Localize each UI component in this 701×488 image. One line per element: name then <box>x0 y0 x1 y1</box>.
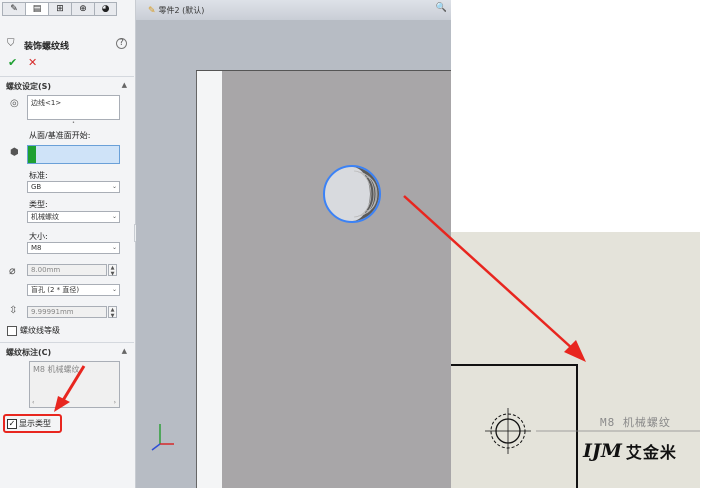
end-condition-select[interactable]: 盲孔 (2 * 直径) ⌄ <box>27 284 120 296</box>
crosshair-icon: ⊕ <box>79 4 87 14</box>
breadcrumb[interactable]: ✎ 零件2 (默认) <box>148 5 204 16</box>
cancel-x-icon[interactable]: ✕ <box>28 56 37 69</box>
thread-callout-header[interactable]: 螺纹标注(C) <box>6 347 51 358</box>
divider <box>0 76 134 77</box>
show-type-checkbox[interactable]: ✓ <box>7 418 17 429</box>
diameter-spinner[interactable]: ▲ ▼ <box>108 264 117 277</box>
edge-selection-box[interactable]: 边线<1> <box>27 95 120 120</box>
size-select[interactable]: M8 ⌄ <box>27 242 120 254</box>
diameter-value: 8.00mm <box>31 266 61 274</box>
dimxpert-tab[interactable]: ⊕ <box>71 2 94 16</box>
end-condition-value: 盲孔 (2 * 直径) <box>31 286 80 294</box>
type-select[interactable]: 机械螺纹 ⌄ <box>27 211 120 223</box>
edge-value: 边线<1> <box>31 99 62 107</box>
chevron-down-icon: ⌄ <box>111 183 117 190</box>
type-label: 类型: <box>29 200 48 209</box>
chevron-down-icon: ⌄ <box>111 244 117 251</box>
feature-tree-icon: ✎ <box>10 4 18 14</box>
collapse-caret-icon[interactable]: ▲ <box>122 347 127 355</box>
logo-text: 艾金米 <box>625 443 677 462</box>
thread-feature-icon: ⛉ <box>7 38 15 49</box>
size-label: 大小: <box>29 232 48 241</box>
type-value: 机械螺纹 <box>31 213 59 221</box>
size-value: M8 <box>31 244 42 252</box>
depth-icon: ⇳ <box>9 305 18 316</box>
coordinate-triad <box>151 424 174 451</box>
standard-select[interactable]: GB ⌄ <box>27 181 120 193</box>
edge-select-icon: ◎ <box>10 98 19 109</box>
face-select-icon: ⬢ <box>10 147 19 158</box>
resize-handle[interactable]: • <box>72 120 75 126</box>
zoom-icon[interactable]: 🔍 <box>436 3 447 13</box>
collapse-caret-icon[interactable]: ▲ <box>122 81 127 89</box>
configuration-manager-tab[interactable]: ⊞ <box>48 2 71 16</box>
chevron-down-icon: ⌄ <box>111 286 117 293</box>
part-side-face <box>196 70 224 488</box>
depth-spinner[interactable]: ▲ ▼ <box>108 306 117 319</box>
breadcrumb-label: 零件2 (默认) <box>158 6 205 15</box>
thread-class-option[interactable]: 螺纹线等级 <box>7 325 60 336</box>
depth-field[interactable]: 9.99991mm <box>27 306 107 318</box>
feature-manager-tab[interactable]: ✎ <box>2 2 25 16</box>
show-type-option[interactable]: ✓ 显示类型 <box>7 418 51 429</box>
standard-value: GB <box>31 183 42 191</box>
logo-mark: IJM <box>583 440 622 462</box>
from-face-label: 从面/基准面开始: <box>29 131 91 140</box>
chevron-down-icon: ⌄ <box>111 213 117 220</box>
ok-check-icon[interactable]: ✔ <box>8 56 17 69</box>
part-edge <box>196 70 451 71</box>
configuration-icon: ⊞ <box>56 4 64 14</box>
thread-class-label: 螺纹线等级 <box>20 326 60 335</box>
scroll-left-icon[interactable]: ‹ <box>32 399 34 406</box>
selection-indicator <box>28 146 36 163</box>
display-manager-tab[interactable]: ◕ <box>94 2 117 16</box>
part-icon: ✎ <box>148 5 156 16</box>
property-manager-tab[interactable]: ▤ <box>25 2 48 16</box>
thread-settings-header[interactable]: 螺纹设定(S) <box>6 81 51 92</box>
page-title: 装饰螺纹线 <box>24 42 70 52</box>
property-manager-panel: ✎ ▤ ⊞ ⊕ ◕ ⛉ 装饰螺纹线 ? ✔ ✕ 螺纹设定(S) ▲ ◎ 边线<1… <box>0 0 136 488</box>
depth-value: 9.99991mm <box>31 308 74 316</box>
brand-logo: IJM 艾金米 <box>583 439 677 463</box>
diameter-icon: ⌀ <box>9 264 16 277</box>
property-list-icon: ▤ <box>32 4 42 14</box>
callout-label: M8 机械螺纹 <box>600 416 671 429</box>
thread-class-checkbox[interactable] <box>7 325 17 336</box>
scroll-right-icon[interactable]: › <box>114 399 116 406</box>
threaded-hole[interactable] <box>321 163 383 225</box>
annotation-arrow <box>54 365 86 412</box>
manager-tabs: ✎ ▤ ⊞ ⊕ ◕ <box>2 2 128 16</box>
start-face-field[interactable] <box>27 145 120 164</box>
color-wheel-icon: ◕ <box>101 4 110 14</box>
show-type-label: 显示类型 <box>19 419 51 428</box>
diameter-field[interactable]: 8.00mm <box>27 264 107 276</box>
callout-arrow <box>403 195 586 362</box>
help-icon[interactable]: ? <box>116 38 127 49</box>
standard-label: 标准: <box>29 171 48 180</box>
divider <box>0 342 134 343</box>
